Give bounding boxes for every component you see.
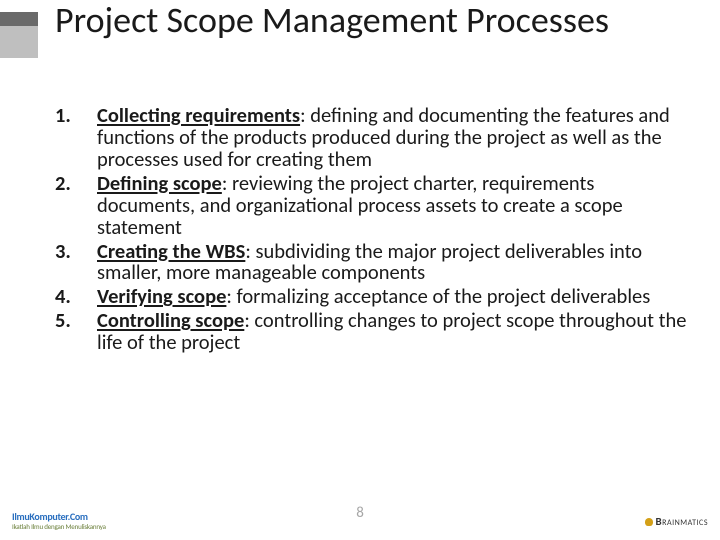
lamp-icon [645,518,653,526]
accent-bar [0,12,38,58]
content-area: Collecting requirements: defining and do… [55,105,690,356]
page-number: 8 [0,504,720,522]
slide-title: Project Scope Management Processes [55,2,609,40]
term: Verifying scope [97,283,226,309]
slide: Project Scope Management Processes Colle… [0,0,720,540]
brand-rest: rainmatics [662,515,708,528]
process-list: Collecting requirements: defining and do… [55,105,690,354]
accent-light [0,26,38,58]
desc: : formalizing acceptance of the project … [226,283,650,309]
footer-left-logo: IlmuKomputer.Com Ikatlah Ilmu dengan Men… [12,512,106,530]
footer-right-brand: Brainmatics [655,515,708,528]
footer-right-logo: Brainmatics [645,515,708,528]
list-item: Controlling scope: controlling changes t… [55,310,690,354]
list-item: Creating the WBS: subdividing the major … [55,241,690,285]
accent-dark [0,12,38,26]
list-item: Defining scope: reviewing the project ch… [55,173,690,239]
list-item: Verifying scope: formalizing acceptance … [55,286,690,308]
footer-left-bottom: Ikatlah Ilmu dengan Menuliskannya [12,523,106,530]
list-item: Collecting requirements: defining and do… [55,105,690,171]
